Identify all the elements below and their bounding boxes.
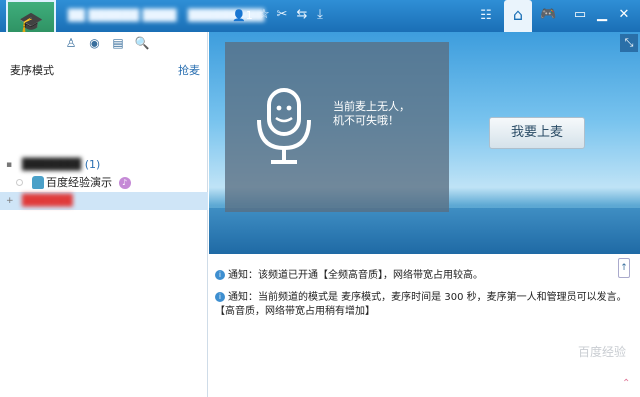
channel-row[interactable]: ▪ ███████ (1) [0, 156, 208, 174]
go-on-mic-button[interactable]: 我要上麦 [489, 117, 585, 149]
left-toolbar: ♙ ◉ ▤ 🔍 [64, 36, 155, 52]
channel-tree: ▪ ███████ (1) 百度经验演示 ♪ + ██████ [0, 156, 208, 210]
search-icon[interactable]: 🔍 [135, 36, 150, 50]
watermark: 百度经验 [577, 345, 626, 359]
scissors-icon[interactable]: ✂ [274, 7, 290, 23]
notice-message: i 通知：该频道已开通【全频高音质】，网络带宽占用较高。 [215, 269, 633, 283]
member-icon[interactable]: ♙ [64, 36, 78, 50]
left-panel: ♙ ◉ ▤ 🔍 麦序模式 抢麦 ▪ ███████ (1) 百度经验演示 ♪ +… [0, 32, 208, 397]
title-bar: 🎓 ██ ██████ ████ █████████ 👤1 ☆ ✂ ⇆ ⤓ ☷ … [0, 0, 640, 44]
user-row[interactable]: + ██████ [0, 192, 208, 210]
subchannel-label: 百度经验演示 [46, 176, 112, 189]
microphone-icon: ♪ [118, 177, 131, 189]
subchannel-row[interactable]: 百度经验演示 ♪ [0, 174, 208, 192]
grad-cap-icon: 🎓 [18, 10, 44, 34]
microphone-icon [257, 88, 311, 164]
collapse-up-icon[interactable]: ⌃ [622, 378, 634, 390]
notes-icon[interactable]: ▤ [111, 36, 125, 50]
info-icon: i [215, 292, 225, 302]
download-icon[interactable]: ⤓ [312, 7, 328, 23]
share-icon[interactable]: ⇆ [294, 7, 310, 23]
mic-mode-header: 麦序模式 抢麦 [0, 58, 208, 80]
scroll-up-button[interactable]: ↑ [618, 258, 630, 278]
list-icon[interactable]: ☷ [478, 8, 494, 24]
empty-mic-panel: 当前麦上无人， 机不可失哦！ [225, 42, 449, 212]
status-dot [16, 179, 23, 186]
collapse-icon[interactable]: ▪ [6, 156, 12, 174]
location-icon[interactable]: ◉ [88, 36, 102, 50]
home-tab[interactable]: ⌂ [504, 0, 532, 32]
expand-icon[interactable]: + [6, 192, 14, 210]
star-icon[interactable]: ☆ [256, 7, 272, 23]
shrink-icon[interactable]: ⤡ [620, 34, 638, 52]
gamepad-icon[interactable]: 🎮 [540, 7, 556, 23]
mic-mode-label: 麦序模式 [10, 64, 54, 77]
close-icon[interactable]: ✕ [616, 7, 632, 23]
online-count: 👤1 [232, 9, 253, 22]
info-icon: i [215, 270, 225, 280]
sea-background [209, 208, 640, 254]
skin-icon[interactable]: ▭ [572, 7, 588, 23]
stage-area: 当前麦上无人， 机不可失哦！ 我要上麦 ⤡ [209, 32, 640, 254]
grab-mic-link[interactable]: 抢麦 [178, 62, 200, 78]
subchannel-icon [32, 176, 44, 189]
users-icon: 👤 [232, 9, 246, 22]
notice-message: i 通知：当前频道的模式是 麦序模式，麦序时间是 300 秒，麦序第一人和管理员可… [215, 292, 627, 317]
chat-area: i 通知：该频道已开通【全频高音质】，网络带宽占用较高。 i 通知：当前频道的模式是… [209, 254, 640, 397]
minimize-icon[interactable]: ▁ [594, 7, 610, 23]
empty-mic-message: 当前麦上无人， 机不可失哦！ [333, 100, 410, 127]
home-icon: ⌂ [512, 5, 524, 24]
